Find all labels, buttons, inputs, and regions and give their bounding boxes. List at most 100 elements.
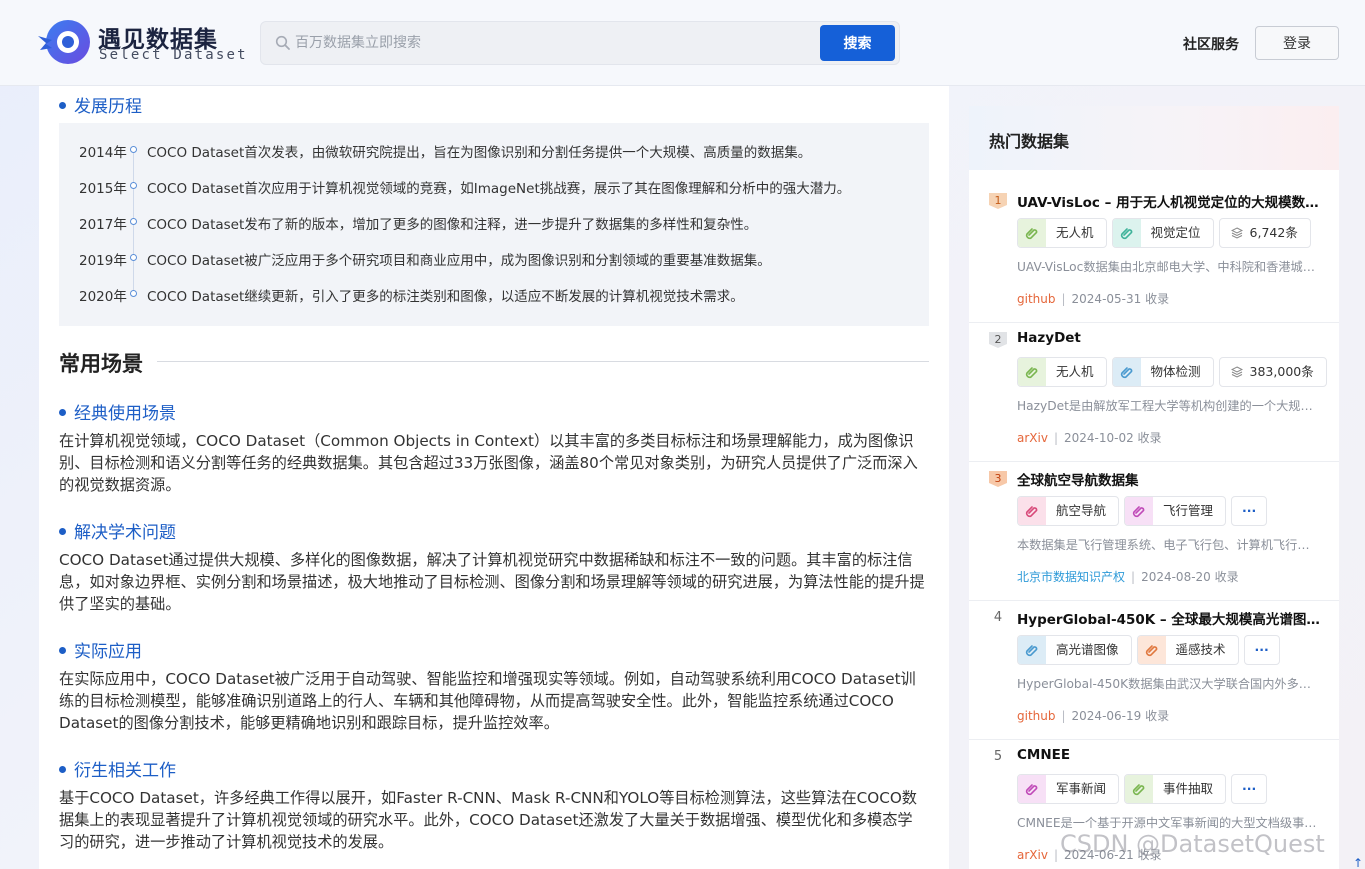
logo-icon [38, 20, 90, 64]
timeline-text: COCO Dataset发布了新的版本，增加了更多的图像和注释，进一步提升了数据… [147, 217, 758, 233]
search-bar: 搜索 [260, 21, 900, 65]
search-input[interactable] [295, 31, 795, 55]
record-count: 6,742条 [1249, 225, 1298, 240]
paperclip-icon [1137, 636, 1166, 664]
tag-chip[interactable]: 物体检测 [1111, 357, 1214, 387]
scenario-title-derived: 衍生相关工作 [59, 756, 176, 781]
scenario-text-academic: COCO Dataset通过提供大规模、多样化的图像数据，解决了计算机视觉研究中… [59, 551, 925, 613]
hot-datasets-panel: 热门数据集 1 UAV-VisLoc – 用于无人机视觉定位的大规模数据集 无人… [969, 106, 1339, 869]
paperclip-icon [1018, 358, 1046, 386]
dataset-title[interactable]: HazyDet [1017, 330, 1323, 346]
tag-chip[interactable]: 航空导航 [1017, 496, 1120, 526]
scenario-text-derived: 基于COCO Dataset，许多经典工作得以展开，如Faster R-CNN、… [59, 789, 917, 851]
section-divider [157, 361, 929, 362]
history-timeline: 2014年 COCO Dataset首次发表，由微软研究院提出，旨在为图像识别和… [59, 123, 929, 326]
scroll-top-icon[interactable]: ↑ [1353, 856, 1363, 869]
dataset-meta: github | 2024-05-31 收录 [1017, 292, 1170, 306]
source-link[interactable]: github [1017, 709, 1055, 723]
timeline-text: COCO Dataset首次发表，由微软研究院提出，旨在为图像识别和分割任务提供… [147, 145, 812, 161]
timeline-text: COCO Dataset被广泛应用于多个研究项目和商业应用中，成为图像识别和分割… [147, 253, 771, 269]
tag-list: 无人机 视觉定位 6,742条 [1017, 218, 1316, 248]
dataset-meta: arXiv | 2024-10-02 收录 [1017, 431, 1162, 445]
tag-list: 高光谱图像 遥感技术 ··· [1017, 635, 1285, 665]
watermark-text: CSDN @DatasetQuest [1060, 830, 1325, 858]
dataset-card[interactable]: 4 HyperGlobal-450K – 全球最大规模高光谱图像数据集 高光谱图… [969, 601, 1339, 740]
dataset-card[interactable]: 2 HazyDet 无人机 物体检测 383,000条 HazyDet是由解放军… [969, 323, 1339, 462]
timeline-year: 2017年 [79, 217, 127, 233]
tag-chip[interactable]: 无人机 [1017, 218, 1107, 248]
tag-label: 飞行管理 [1163, 503, 1214, 518]
dataset-description: UAV-VisLoc数据集由北京邮电大学、中科院和香港城市大学等 [1017, 260, 1321, 274]
source-link[interactable]: 北京市数据知识产权 [1017, 570, 1125, 584]
panel-header: 热门数据集 [969, 106, 1339, 170]
dataset-title[interactable]: HyperGlobal-450K – 全球最大规模高光谱图像数据集 [1017, 608, 1323, 628]
tag-label: 物体检测 [1150, 364, 1201, 379]
timeline-dot-icon [130, 182, 137, 189]
login-button[interactable]: 登录 [1255, 26, 1339, 60]
rank-badge-icon: 1 [989, 193, 1007, 209]
dataset-description: HazyDet是由解放军工程大学等机构创建的一个大规模数据集 [1017, 399, 1321, 413]
logo-subtitle: Select Dataset [99, 47, 248, 63]
main-content: 发展历程 2014年 COCO Dataset首次发表，由微软研究院提出，旨在为… [39, 0, 949, 869]
tag-chip[interactable]: 事件抽取 [1124, 774, 1227, 804]
dataset-card[interactable]: 3 全球航空导航数据集 航空导航 飞行管理 ··· 本数据集是飞行管理系统、电子… [969, 462, 1339, 601]
dataset-description: CMNEE是一个基于开源中文军事新闻的大型文档级事件抽取数据集 [1017, 816, 1321, 830]
tag-chip[interactable]: 视觉定位 [1111, 218, 1214, 248]
dataset-title[interactable]: UAV-VisLoc – 用于无人机视觉定位的大规模数据集 [1017, 191, 1323, 211]
community-services-link[interactable]: 社区服务 [1183, 34, 1239, 54]
tag-chip[interactable]: 无人机 [1017, 357, 1107, 387]
search-button[interactable]: 搜索 [820, 25, 895, 61]
source-link[interactable]: arXiv [1017, 431, 1048, 445]
tag-label: 军事新闻 [1056, 781, 1107, 796]
record-count: 383,000条 [1249, 364, 1314, 379]
dataset-meta: 北京市数据知识产权 | 2024-08-20 收录 [1017, 570, 1239, 584]
paperclip-icon [1112, 219, 1141, 247]
tag-list: 航空导航 飞行管理 ··· [1017, 496, 1272, 526]
timeline-dot-icon [130, 290, 137, 297]
tag-chip[interactable]: 遥感技术 [1136, 635, 1239, 665]
tag-chip[interactable]: 高光谱图像 [1017, 635, 1132, 665]
paperclip-icon [1125, 497, 1154, 525]
timeline-dot-icon [130, 146, 137, 153]
collected-date: 2024-08-20 收录 [1141, 570, 1239, 584]
history-title: 发展历程 [59, 92, 142, 117]
dataset-title[interactable]: CMNEE [1017, 747, 1323, 763]
timeline-year: 2019年 [79, 253, 127, 269]
timeline-dot-icon [130, 218, 137, 225]
timeline-text: COCO Dataset继续更新，引入了更多的标注类别和图像，以适应不断发展的计… [147, 289, 744, 305]
tag-chip[interactable]: 军事新闻 [1017, 774, 1120, 804]
tag-label: 航空导航 [1056, 503, 1107, 518]
tag-label: 无人机 [1056, 225, 1094, 240]
tag-label: 无人机 [1056, 364, 1094, 379]
dataset-description: 本数据集是飞行管理系统、电子飞行包、计算机飞行计划等的基础 [1017, 538, 1321, 552]
paperclip-icon [1018, 497, 1046, 525]
timeline-dot-icon [130, 254, 137, 261]
tag-list: 无人机 物体检测 383,000条 [1017, 357, 1332, 387]
source-link[interactable]: arXiv [1017, 848, 1048, 862]
more-tags-button[interactable]: ··· [1243, 635, 1280, 665]
collected-date: 2024-10-02 收录 [1064, 431, 1162, 445]
paperclip-icon [1112, 358, 1141, 386]
more-tags-button[interactable]: ··· [1231, 496, 1268, 526]
paperclip-icon [1018, 775, 1046, 803]
scenario-text-application: 在实际应用中，COCO Dataset被广泛用于自动驾驶、智能监控和增强现实等领… [59, 670, 916, 732]
paperclip-icon [1018, 636, 1046, 664]
tag-label: 遥感技术 [1175, 642, 1226, 657]
dataset-card[interactable]: 1 UAV-VisLoc – 用于无人机视觉定位的大规模数据集 无人机 视觉定位… [969, 184, 1339, 323]
paperclip-icon [1125, 775, 1154, 803]
rank-badge-icon: 3 [989, 471, 1007, 487]
more-tags-button[interactable]: ··· [1231, 774, 1268, 804]
tag-chip[interactable]: 飞行管理 [1124, 496, 1227, 526]
scenarios-heading: 常用场景 [59, 348, 929, 378]
timeline-text: COCO Dataset首次应用于计算机视觉领域的竞赛，如ImageNet挑战赛… [147, 181, 851, 197]
source-link[interactable]: github [1017, 292, 1055, 306]
site-logo[interactable]: 遇见数据集 Select Dataset [38, 16, 246, 70]
tag-label: 视觉定位 [1150, 225, 1201, 240]
top-header: 遇见数据集 Select Dataset 搜索 社区服务 登录 [0, 0, 1365, 86]
timeline-year: 2015年 [79, 181, 127, 197]
scenario-title-academic: 解决学术问题 [59, 518, 176, 543]
tag-list: 军事新闻 事件抽取 ··· [1017, 774, 1272, 804]
record-count-chip: 6,742条 [1218, 218, 1311, 248]
dataset-title[interactable]: 全球航空导航数据集 [1017, 469, 1323, 489]
rank-badge-icon: 2 [989, 332, 1007, 348]
